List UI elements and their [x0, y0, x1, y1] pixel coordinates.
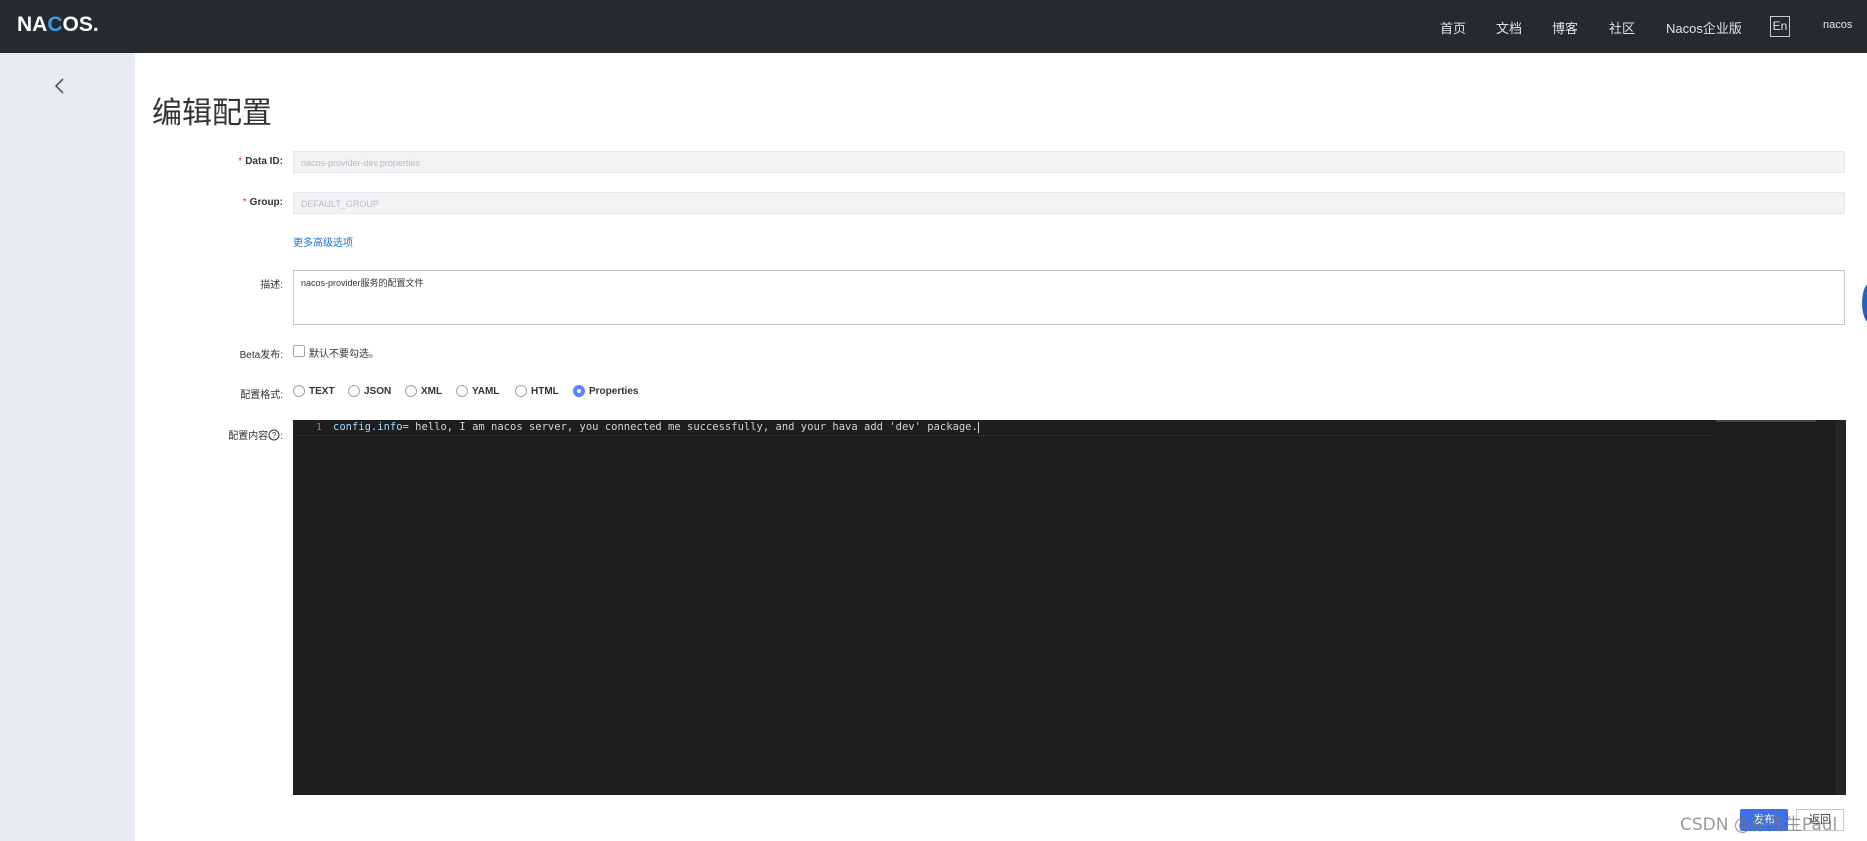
text-cursor: [977, 421, 979, 433]
nav-home[interactable]: 首页: [1440, 18, 1466, 37]
line-number: 1: [316, 422, 323, 433]
format-radio-text[interactable]: [293, 385, 305, 397]
format-radio-xml[interactable]: [405, 385, 417, 397]
top-navbar: NACOS. 首页 文档 博客 社区 Nacos企业版 En nacos: [0, 0, 1867, 53]
format-label-html: HTML: [531, 386, 559, 397]
beta-checkbox-label: 默认不要勾选。: [309, 349, 379, 360]
nav-blog[interactable]: 博客: [1552, 18, 1578, 37]
group-input[interactable]: DEFAULT_GROUP: [293, 192, 1845, 214]
data-id-input[interactable]: nacos-provider-dev.properties: [293, 151, 1845, 173]
format-label-text: TEXT: [309, 386, 335, 397]
format-radio-json[interactable]: [348, 385, 360, 397]
format-label-json: JSON: [364, 386, 392, 397]
nav-community[interactable]: 社区: [1609, 18, 1635, 37]
format-label-yaml: YAML: [472, 386, 500, 397]
watermark: CSDN @徐先生Paul: [1680, 815, 1838, 835]
code-editor[interactable]: 1 config.info= hello, I am nacos server,…: [293, 420, 1846, 795]
description-textarea[interactable]: nacos-provider服务的配置文件: [293, 270, 1845, 325]
beta-checkbox[interactable]: [293, 345, 305, 357]
question-circle-icon[interactable]: ?: [268, 429, 280, 441]
format-label: 配置格式:: [240, 390, 283, 401]
back-arrow-icon[interactable]: [52, 76, 68, 96]
editor-scrollbar[interactable]: [1836, 420, 1846, 795]
format-radio-html[interactable]: [515, 385, 527, 397]
code-value: hello, I am nacos server, you connected …: [408, 421, 978, 433]
content-label: 配置内容?:: [228, 429, 283, 442]
format-radio-yaml[interactable]: [456, 385, 468, 397]
nav-docs[interactable]: 文档: [1496, 18, 1522, 37]
language-switch[interactable]: En: [1770, 16, 1790, 37]
format-label-properties: Properties: [589, 386, 639, 397]
beta-label: Beta发布:: [239, 350, 283, 361]
code-key: config.info=: [333, 421, 409, 433]
minimap[interactable]: [1716, 420, 1816, 422]
svg-text:?: ?: [272, 431, 277, 440]
nacos-logo[interactable]: NACOS.: [17, 13, 99, 37]
nav-enterprise[interactable]: Nacos企业版: [1666, 18, 1742, 37]
sidebar: [0, 53, 135, 841]
description-label: 描述:: [260, 280, 283, 291]
group-label: * Group:: [242, 197, 283, 208]
code-line[interactable]: config.info= hello, I am nacos server, y…: [333, 421, 979, 433]
more-advanced-options-link[interactable]: 更多高级选项: [293, 234, 353, 249]
page-title: 编辑配置: [152, 96, 272, 131]
data-id-label: * Data ID:: [238, 156, 283, 167]
format-radio-properties[interactable]: [573, 385, 585, 397]
format-label-xml: XML: [421, 386, 443, 397]
user-menu[interactable]: nacos: [1823, 19, 1852, 31]
